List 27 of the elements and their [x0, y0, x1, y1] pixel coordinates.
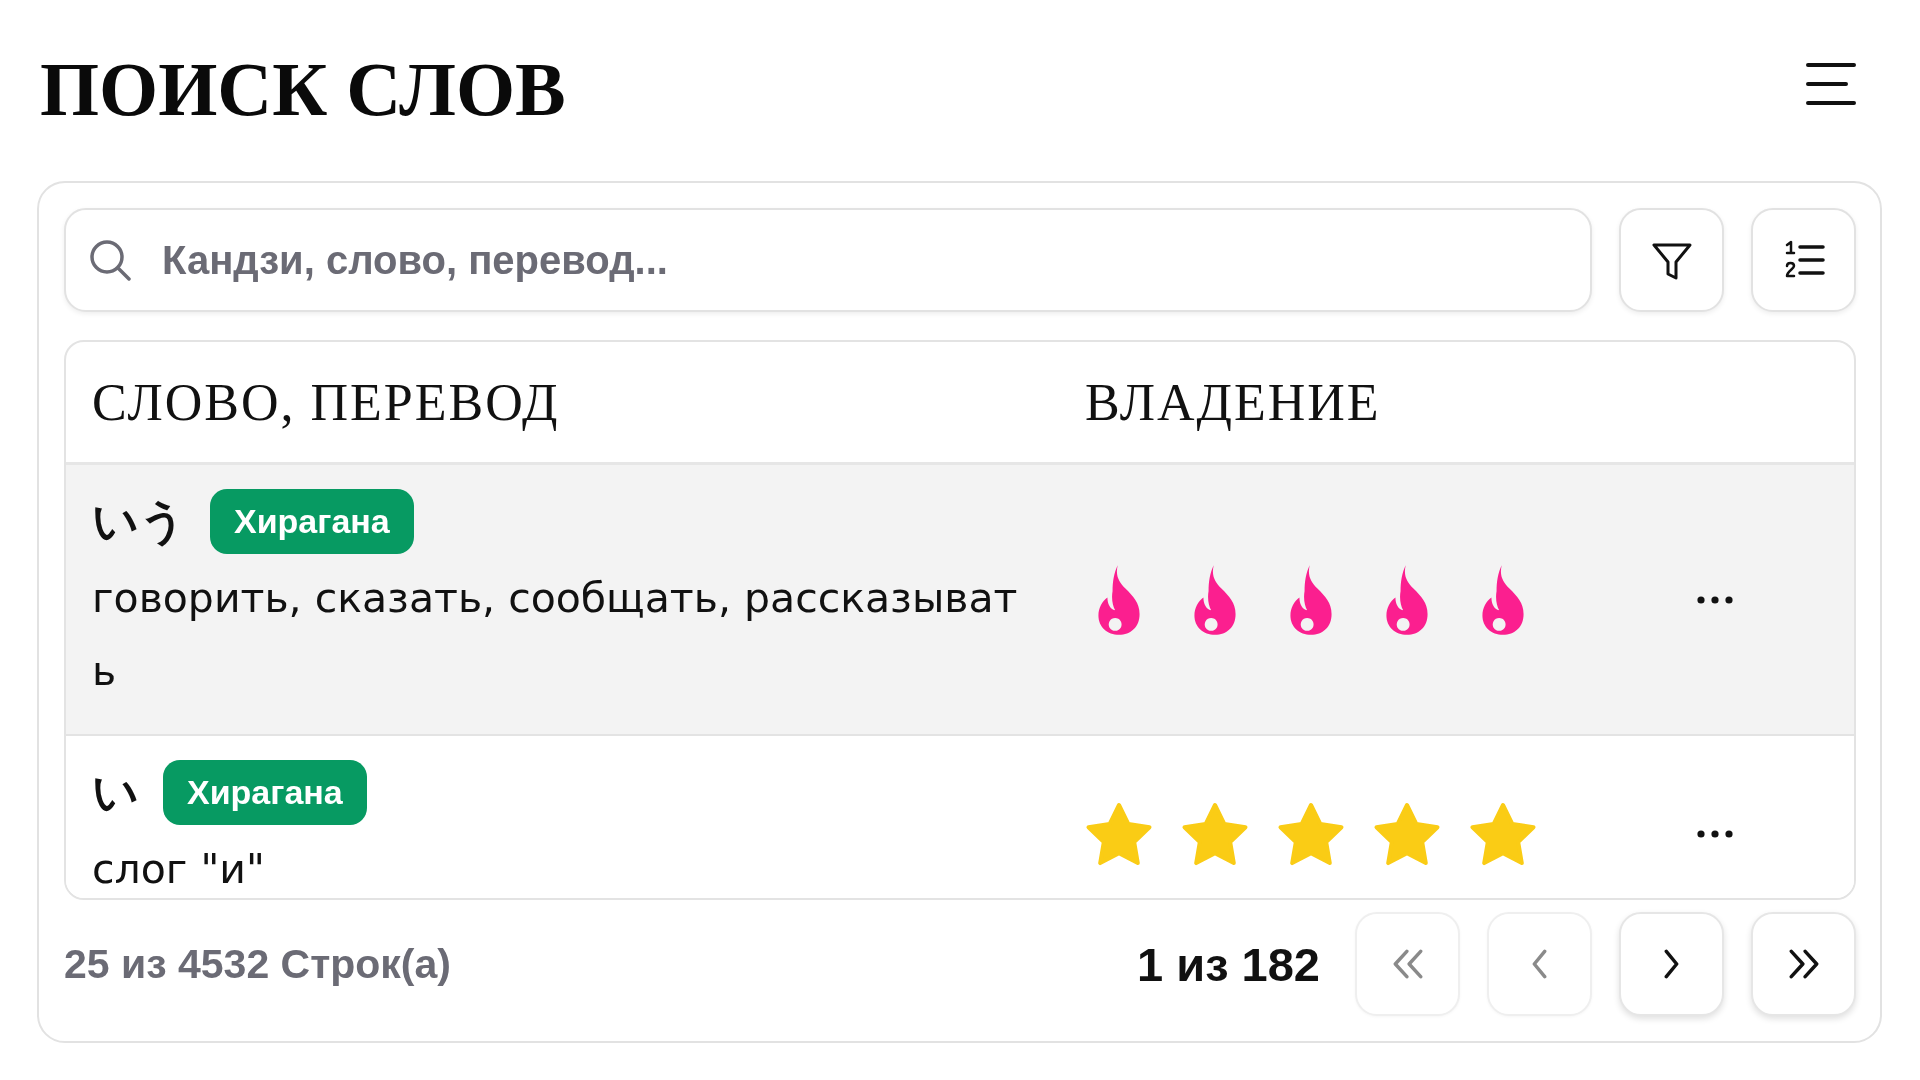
menu-button[interactable] [1806, 61, 1856, 106]
translation-text: слог "и" [92, 845, 265, 893]
page-indicator: 1 из 182 [1137, 936, 1320, 992]
column-header: СЛОВО, ПЕРЕВОД [91, 372, 561, 432]
column-header: ВЛАДЕНИЕ [1084, 372, 1382, 432]
word-text: い [92, 764, 139, 821]
type-tag: Хирагана [163, 760, 367, 825]
translation-text: говорить, сказать, сообщать, рассказывать [92, 574, 1018, 695]
menu-icon [1806, 61, 1856, 106]
sort-button[interactable] [1751, 208, 1856, 312]
filter-button[interactable] [1619, 208, 1724, 312]
more-icon [1696, 595, 1733, 604]
more-icon [1696, 830, 1733, 838]
more-button[interactable] [1696, 830, 1733, 838]
page-title: ПОИСК СЛОВ [40, 50, 566, 127]
chevron-left-icon [1532, 949, 1547, 979]
chevron-right-icon [1664, 949, 1679, 979]
search-icon [89, 239, 131, 281]
double-chevron-left-icon [1392, 949, 1423, 979]
word-text: いう [92, 493, 186, 550]
rows-count-text: 25 из 4532 Строк(а) [64, 940, 452, 988]
double-chevron-right-icon [1788, 949, 1819, 979]
page-button[interactable] [1751, 912, 1856, 1016]
more-button[interactable] [1696, 595, 1733, 604]
type-tag: Хирагана [210, 489, 414, 554]
search-field[interactable]: Кандзи, слово, перевод... [64, 208, 1592, 312]
table-row[interactable]: いう Хирагана говорить, сказать, сообщать, рассказывать [66, 465, 1854, 736]
